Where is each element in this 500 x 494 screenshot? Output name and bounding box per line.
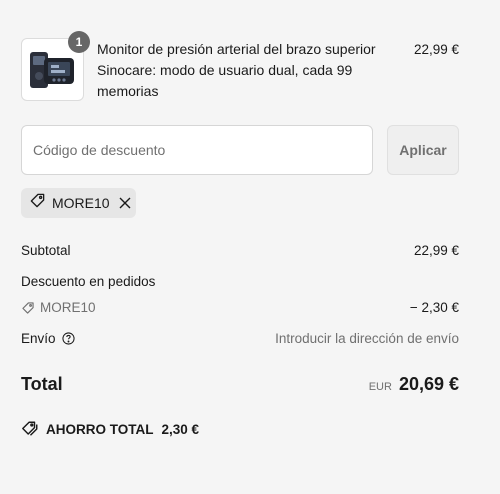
total-savings-label: AHORRO TOTAL	[46, 421, 154, 437]
tags-icon	[22, 421, 38, 436]
applied-discount-code: MORE10	[52, 195, 110, 211]
product-price: 22,99 €	[413, 42, 459, 57]
subtotal-label: Subtotal	[21, 243, 71, 258]
shipping-value: Introducir la dirección de envío	[275, 331, 459, 346]
order-discount-code-row: MORE10 − 2,30 €	[21, 300, 459, 318]
order-discount-value: − 2,30 €	[409, 300, 459, 315]
discount-code-input[interactable]	[21, 125, 373, 175]
product-title: Monitor de presión arterial del brazo su…	[97, 41, 376, 99]
total-row: Total EUR 20,69 €	[21, 374, 459, 400]
order-discount-code-text: MORE10	[40, 300, 96, 315]
quantity-badge: 1	[68, 31, 90, 53]
shipping-label: Envío	[21, 331, 56, 346]
shipping-row: Envío Introducir la dirección de envío	[21, 331, 459, 349]
question-circle-icon[interactable]	[61, 332, 75, 345]
total-savings-value: 2,30 €	[161, 421, 200, 437]
remove-discount-button[interactable]	[119, 197, 131, 209]
total-savings: AHORRO TOTAL 2,30 €	[21, 420, 199, 438]
shipping-label-group: Envío	[21, 331, 75, 346]
applied-discount-chip: MORE10	[21, 188, 136, 218]
subtotal-row: Subtotal 22,99 €	[21, 243, 459, 261]
total-label: Total	[21, 374, 63, 394]
close-icon	[119, 197, 131, 209]
apply-discount-button[interactable]: Aplicar	[387, 125, 459, 175]
total-currency: EUR	[368, 381, 392, 393]
order-discount-code: MORE10	[21, 300, 96, 315]
tag-icon	[22, 301, 34, 314]
order-discount-row: Descuento en pedidos	[21, 274, 459, 292]
tag-icon	[29, 192, 46, 214]
total-value: 20,69 €	[398, 374, 459, 394]
order-discount-label: Descuento en pedidos	[21, 274, 156, 289]
total-value-group: EUR 20,69 €	[369, 374, 459, 395]
subtotal-value: 22,99 €	[413, 243, 459, 258]
cart-line-item: 1 Monitor de presión arterial del brazo …	[21, 31, 459, 101]
blood-pressure-monitor-image	[30, 52, 74, 88]
